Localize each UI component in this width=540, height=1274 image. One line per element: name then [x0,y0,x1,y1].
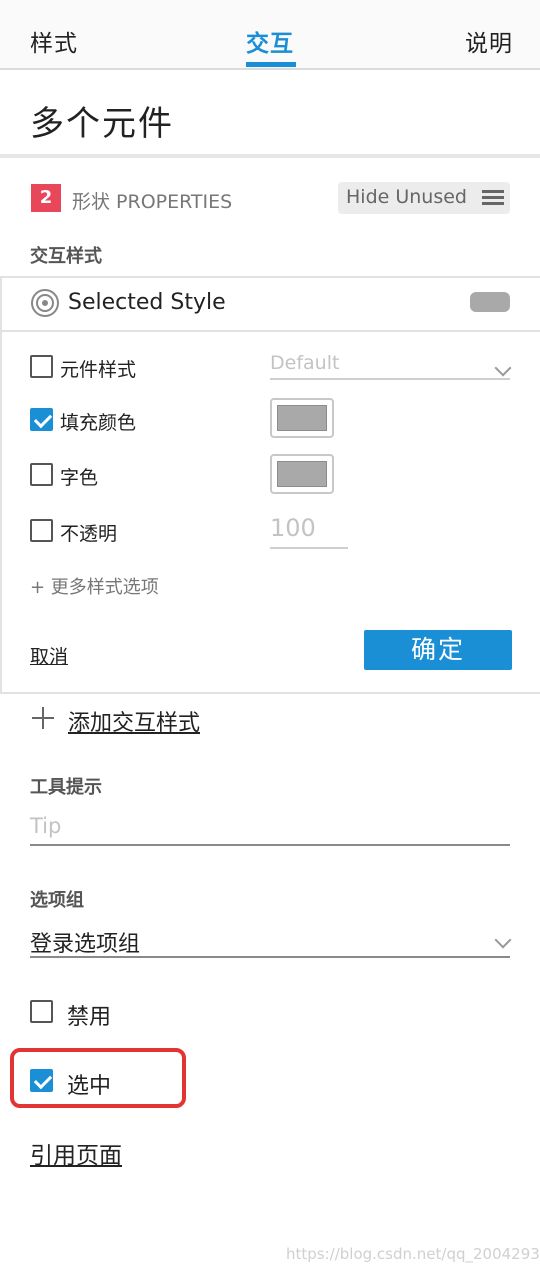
tooltip-input[interactable]: Tip [30,814,61,838]
cancel-button[interactable]: 取消 [30,642,68,669]
hide-unused-button[interactable]: Hide Unused [338,182,510,214]
option-group-underline [30,956,510,958]
properties-label: 形状 PROPERTIES [72,191,233,213]
tab-style[interactable]: 样式 [30,24,78,58]
page-title: 多个元件 [30,104,174,144]
tab-notes[interactable]: 说明 [465,24,513,58]
selected-label: 选中 [67,1074,112,1099]
selected-style-icon [31,289,59,317]
chevron-down-icon[interactable] [494,931,512,949]
opacity-checkbox[interactable] [30,519,53,542]
font-color-swatch [277,461,327,487]
reference-page-link[interactable]: 引用页面 [30,1136,122,1170]
hamburger-menu-icon[interactable] [482,190,504,206]
font-color-picker[interactable] [270,454,334,494]
font-color-label: 字色 [60,467,99,489]
widget-style-select[interactable]: Default [270,352,339,374]
watermark: https://blog.csdn.net/qq_20042935 [286,1245,540,1263]
more-style-options-link[interactable]: + 更多样式选项 [30,573,159,599]
disabled-label: 禁用 [67,1005,112,1030]
active-tab-indicator [246,62,296,67]
add-interaction-style-link[interactable]: 添加交互样式 [68,705,200,737]
disabled-checkbox[interactable] [30,1000,53,1023]
selected-checkbox[interactable] [30,1069,53,1092]
fill-color-picker[interactable] [270,398,334,438]
fill-color-swatch [277,405,327,431]
tooltip-label: 工具提示 [30,777,102,798]
opacity-underline [270,547,348,549]
hide-unused-label: Hide Unused [346,186,467,208]
opacity-label: 不透明 [60,523,118,545]
widget-style-checkbox[interactable] [30,355,53,378]
divider [0,330,540,332]
plus-icon[interactable] [32,707,54,729]
selected-style-swatch[interactable] [470,292,510,312]
widget-style-underline [270,378,510,380]
tooltip-underline [30,844,510,846]
selection-count-badge: 2 [31,184,61,212]
divider [0,154,540,158]
fill-color-label: 填充颜色 [60,412,137,434]
opacity-input[interactable]: 100 [270,514,316,542]
fill-color-checkbox[interactable] [30,408,53,431]
selected-style-label[interactable]: Selected Style [68,290,226,315]
interaction-styles-label: 交互样式 [30,246,102,267]
option-group-label: 选项组 [30,890,84,911]
confirm-button[interactable]: 确定 [364,630,512,670]
tab-interaction[interactable]: 交互 [246,24,294,58]
font-color-checkbox[interactable] [30,463,53,486]
tab-bar: 样式 交互 说明 [0,0,540,70]
option-group-select[interactable]: 登录选项组 [30,926,140,958]
widget-style-label: 元件样式 [60,359,137,381]
